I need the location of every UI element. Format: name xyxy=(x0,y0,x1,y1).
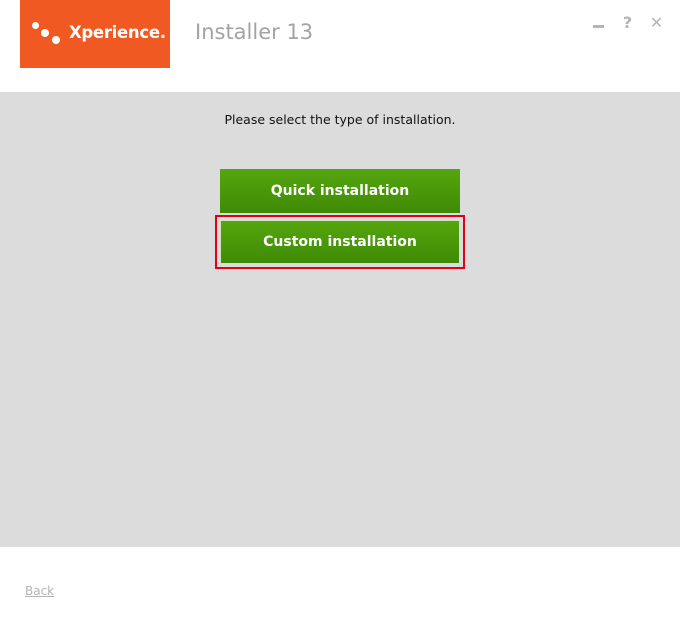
back-link[interactable]: Back xyxy=(25,584,54,598)
installation-prompt: Please select the type of installation. xyxy=(224,112,456,127)
footer: Back xyxy=(0,547,680,632)
minimize-button[interactable] xyxy=(589,12,608,32)
minimize-icon xyxy=(593,24,604,28)
app-title: Installer 13 xyxy=(195,20,314,44)
custom-installation-button[interactable]: Custom installation xyxy=(220,220,460,264)
close-button[interactable]: ✕ xyxy=(647,12,666,32)
logo-text: Xperience. xyxy=(69,23,166,42)
quick-installation-button[interactable]: Quick installation xyxy=(220,169,460,213)
brand-logo: Xperience. xyxy=(20,0,170,68)
main-panel: Please select the type of installation. … xyxy=(0,92,680,547)
help-button[interactable]: ? xyxy=(618,12,637,32)
logo-dots-icon xyxy=(32,20,68,50)
window-controls: ? ✕ xyxy=(589,12,666,32)
header: Xperience. Installer 13 ? ✕ xyxy=(0,0,680,92)
